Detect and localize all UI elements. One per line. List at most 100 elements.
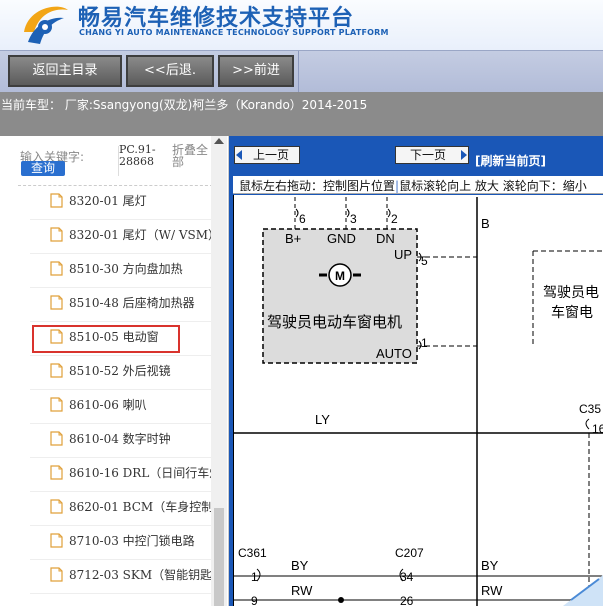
row-divider <box>30 389 215 390</box>
document-icon <box>50 397 63 412</box>
tree-item[interactable]: 8320-01 尾灯 <box>50 191 220 221</box>
tree-item[interactable]: 8620-01 BCM（车身控制模块） <box>50 497 220 527</box>
next-arrow-icon <box>461 150 467 160</box>
tree-item-label: 8710-03 中控门锁电路 <box>69 534 195 548</box>
tree-item-label: 8510-48 后座椅加热器 <box>69 296 195 310</box>
prev-page-label: 上一页 <box>252 148 289 162</box>
back-button[interactable]: <<后退. <box>126 55 214 87</box>
row-divider <box>30 423 215 424</box>
row-divider <box>30 559 215 560</box>
label-auto: AUTO <box>376 346 412 361</box>
row-divider <box>30 491 215 492</box>
conn-c35: C35 <box>579 402 601 416</box>
right-component-name-2: 车窗电 <box>551 304 593 320</box>
wire-ly: LY <box>315 412 330 427</box>
label-up: UP <box>394 247 412 262</box>
document-icon <box>50 533 63 548</box>
row-divider <box>30 321 215 322</box>
tree-item[interactable]: 8510-52 外后视镜 <box>50 361 220 391</box>
c361-pin-1: 1 <box>251 570 258 584</box>
pin-6: 6 <box>299 212 306 226</box>
document-icon <box>50 465 63 480</box>
document-icon <box>50 363 63 378</box>
label-dn: DN <box>376 231 395 246</box>
toolbar: 返回主目录 <<后退. >>前进 <box>0 50 603 93</box>
sidebar-scrollbar[interactable] <box>211 136 227 606</box>
pin-1: 1 <box>421 336 428 350</box>
refresh-page-link[interactable]: [刷新当前页] <box>475 152 546 169</box>
tree-item-label: 8610-04 数字时钟 <box>69 432 171 446</box>
platform-subtitle: CHANG YI AUTO MAINTENANCE TECHNOLOGY SUP… <box>79 28 389 37</box>
tree-item[interactable]: 8510-30 方向盘加热 <box>50 259 220 289</box>
collapse-all-link[interactable]: 折叠全部 <box>172 144 216 168</box>
wire-rw-1: RW <box>291 583 313 598</box>
wiring-diagram[interactable]: 6 3 2 B+ GND DN UP 5 M 驾驶员电动车窗电机 AUTO 1 … <box>233 195 603 606</box>
pc-code: PC.91-28868 <box>119 143 156 168</box>
label-bplus: B+ <box>285 231 301 246</box>
next-page-button[interactable]: 下一页 <box>395 146 469 164</box>
tree-item-label: 8320-01 尾灯 <box>69 194 147 208</box>
scrollbar-thumb[interactable] <box>214 508 224 606</box>
zoom-hint-bar: 鼠标左右拖动：控制图片位置|鼠标滚轮向上 放大 滚轮向下：缩小 <box>233 176 603 194</box>
document-icon <box>50 261 63 276</box>
sidebar-tree: 输入关键字: 查询 PC.91-28868 折叠全部 8320-01 尾灯 832… <box>0 136 229 606</box>
wire-by-1: BY <box>291 558 309 573</box>
row-divider <box>30 287 215 288</box>
tree-item[interactable]: 8610-16 DRL（日间行车灯） <box>50 463 220 493</box>
document-icon <box>50 227 63 242</box>
tree-item[interactable]: 8710-03 中控门锁电路 <box>50 531 220 561</box>
home-button[interactable]: 返回主目录 <box>8 55 122 87</box>
search-button[interactable]: 查询 <box>21 161 65 176</box>
conn-c207: C207 <box>395 546 424 560</box>
row-divider <box>30 219 215 220</box>
selected-item-highlight <box>32 325 180 353</box>
pin-2: 2 <box>391 212 398 226</box>
document-icon <box>50 431 63 446</box>
motor-symbol: M <box>335 269 345 283</box>
forward-button[interactable]: >>前进 <box>218 55 294 87</box>
pin-5: 5 <box>421 254 428 268</box>
pin-3: 3 <box>350 212 357 226</box>
document-icon <box>50 295 63 310</box>
motor-name: 驾驶员电动车窗电机 <box>267 313 402 331</box>
right-component-name-1: 驾驶员电 <box>543 284 599 300</box>
row-divider <box>30 457 215 458</box>
tree-item-label: 8320-01 尾灯（W/ VSM） <box>69 228 220 242</box>
drag-hint: 鼠标左右拖动：控制图片位置 <box>239 179 396 193</box>
tree-item[interactable]: 8510-48 后座椅加热器 <box>50 293 220 323</box>
document-icon <box>50 567 63 582</box>
document-icon <box>50 193 63 208</box>
next-page-label: 下一页 <box>409 148 446 162</box>
tree-item[interactable]: 8712-03 SKM（智能钥匙） <box>50 565 220 595</box>
tree-item[interactable]: 8610-04 数字时钟 <box>50 429 220 459</box>
conn-c35-pin: 16 <box>592 422 603 436</box>
c207-pin-34: 34 <box>400 570 414 584</box>
logo-icon <box>24 6 68 44</box>
tree-item-label: 8610-06 喇叭 <box>69 398 147 412</box>
wire-b: B <box>481 216 490 231</box>
current-vehicle-bar: 当前车型： 厂家:Ssangyong(双龙)柯兰多（Korando）2014-2… <box>0 92 603 136</box>
divider <box>18 185 213 186</box>
tree-item[interactable]: 8610-06 喇叭 <box>50 395 220 425</box>
row-divider <box>30 355 215 356</box>
wire-by-2: BY <box>481 558 499 573</box>
document-icon <box>50 499 63 514</box>
wiring-diagram-canvas: 6 3 2 B+ GND DN UP 5 M 驾驶员电动车窗电机 AUTO 1 … <box>233 195 603 606</box>
prev-arrow-icon <box>236 150 242 160</box>
header-banner: 畅易汽车维修技术支持平台 CHANG YI AUTO MAINTENANCE T… <box>0 0 603 50</box>
tree-item[interactable]: 8320-01 尾灯（W/ VSM） <box>50 225 220 255</box>
scroll-up-arrow-icon[interactable] <box>214 138 224 144</box>
tree-item-label: 8712-03 SKM（智能钥匙） <box>69 568 220 582</box>
toolbar-divider <box>298 51 299 93</box>
row-divider <box>30 593 215 594</box>
label-gnd: GND <box>327 231 356 246</box>
conn-c361: C361 <box>238 546 267 560</box>
tree-item-label: 8510-52 外后视镜 <box>69 364 171 378</box>
tree-item-label: 8620-01 BCM（车身控制模块） <box>69 500 220 514</box>
row-divider <box>30 525 215 526</box>
prev-page-button[interactable]: 上一页 <box>234 146 300 164</box>
wheel-hint: 鼠标滚轮向上 放大 滚轮向下：缩小 <box>399 179 587 193</box>
tree-item-label: 8510-30 方向盘加热 <box>69 262 183 276</box>
tree-item-label: 8610-16 DRL（日间行车灯） <box>69 466 220 480</box>
row-divider <box>30 253 215 254</box>
